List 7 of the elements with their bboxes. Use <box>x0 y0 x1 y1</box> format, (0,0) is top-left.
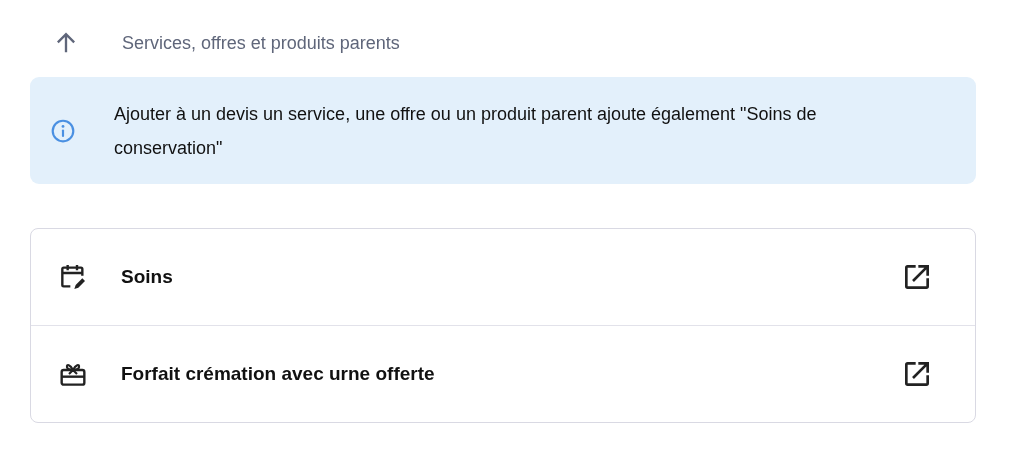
item-label: Soins <box>121 266 174 288</box>
info-message: Ajouter à un devis un service, une offre ou un produit parent ajoute également "Soins de conservation" <box>114 102 818 160</box>
section-title: Services, offres et produits parents <box>122 32 400 54</box>
item-label: Forfait crémation avec urne offerte <box>121 363 436 385</box>
list-item[interactable]: Forfait crémation avec urne offerte <box>31 325 975 422</box>
info-icon <box>50 117 76 144</box>
list-item[interactable]: Soins <box>31 229 975 325</box>
